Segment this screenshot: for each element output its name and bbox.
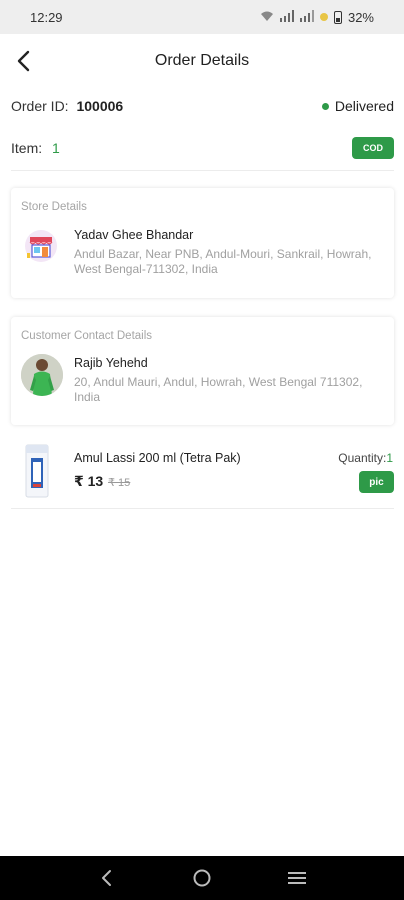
- product-list-item[interactable]: Amul Lassi 200 ml (Tetra Pak) ₹ 13 ₹ 15 …: [11, 440, 394, 509]
- nav-back-icon: [102, 870, 112, 886]
- nav-menu-button[interactable]: [277, 863, 317, 893]
- customer-address: 20, Andul Mauri, Andul, Howrah, West Ben…: [74, 375, 363, 404]
- status-icons: 32%: [260, 9, 374, 25]
- store-name: Yadav Ghee Bhandar: [74, 228, 194, 242]
- item-label: Item:: [11, 140, 43, 156]
- customer-details-card: Customer Contact Details Rajib Yehehd 20…: [11, 317, 394, 425]
- status-bar: 12:29 32%: [0, 0, 404, 34]
- store-card-title: Store Details: [21, 201, 87, 213]
- system-nav-bar: [0, 856, 404, 900]
- battery-percent: 32%: [347, 9, 374, 25]
- divider: [11, 170, 394, 171]
- nav-home-icon: [193, 869, 211, 887]
- app-header: Order Details: [0, 34, 404, 88]
- order-status: Delivered: [321, 98, 394, 114]
- store-icon: [21, 225, 61, 265]
- product-name: Amul Lassi 200 ml (Tetra Pak): [74, 451, 241, 465]
- store-address: Andul Bazar, Near PNB, Andul-Mouri, Sank…: [74, 247, 372, 276]
- item-row: Item: 1 COD: [11, 136, 394, 160]
- notification-dot-icon: [319, 13, 328, 21]
- order-id-value: 100006: [76, 98, 124, 114]
- product-quantity: Quantity:1: [338, 451, 393, 465]
- quantity-value: 1: [386, 451, 393, 465]
- wifi-icon: [260, 10, 274, 25]
- divider: [11, 508, 394, 509]
- pic-button[interactable]: pic: [359, 471, 394, 493]
- order-id-label: Order ID:: [11, 98, 69, 114]
- order-id-row: Order ID: 100006 Delivered: [11, 96, 394, 116]
- product-image: [24, 444, 50, 499]
- product-mrp: ₹ 15: [108, 477, 131, 489]
- back-button[interactable]: [14, 48, 36, 74]
- chevron-left-icon: [17, 50, 30, 72]
- customer-name: Rajib Yehehd: [74, 356, 148, 370]
- status-time: 12:29: [30, 9, 63, 25]
- payment-badge: COD: [352, 137, 394, 159]
- nav-home-button[interactable]: [182, 863, 222, 893]
- nav-menu-icon: [287, 872, 306, 884]
- page-title: Order Details: [154, 52, 250, 69]
- quantity-label: Quantity:: [338, 451, 387, 465]
- product-price: ₹ 13: [74, 473, 104, 489]
- nav-back-button[interactable]: [87, 863, 127, 893]
- customer-avatar: [21, 354, 63, 396]
- signal-icon-2: [299, 9, 314, 25]
- battery-icon: [333, 10, 342, 24]
- customer-card-title: Customer Contact Details: [21, 330, 153, 342]
- item-count: 1: [52, 140, 60, 156]
- signal-icon: [279, 9, 294, 25]
- status-dot-icon: [321, 102, 329, 110]
- status-text: Delivered: [334, 98, 394, 114]
- store-details-card: Store Details Yadav Ghee Bhandar Andul B…: [11, 188, 394, 298]
